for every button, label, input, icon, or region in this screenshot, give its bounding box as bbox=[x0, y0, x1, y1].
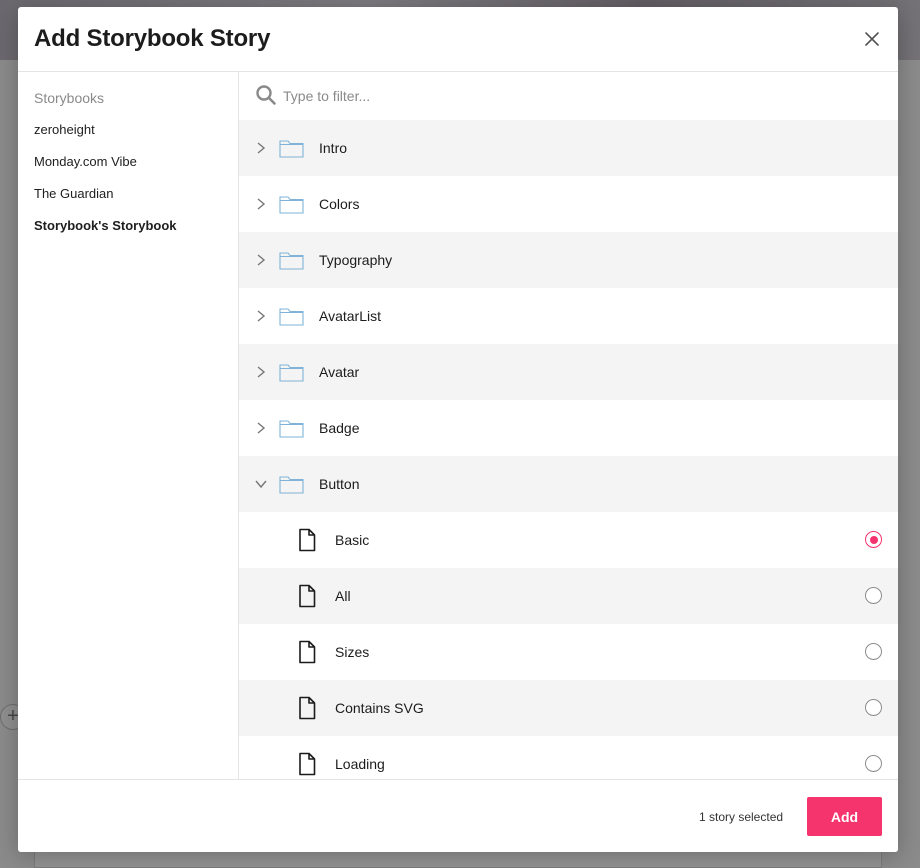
chevron-right-icon[interactable] bbox=[254, 364, 268, 380]
story-radio[interactable] bbox=[865, 755, 882, 772]
story-label: Sizes bbox=[335, 644, 370, 660]
story-radio[interactable] bbox=[865, 699, 882, 716]
story-row-loading[interactable]: Loading bbox=[239, 736, 898, 779]
story-radio[interactable] bbox=[865, 643, 882, 660]
folder-label: Badge bbox=[319, 420, 360, 436]
tree-folder-avatar[interactable]: Avatar bbox=[239, 344, 898, 400]
modal-footer: 1 story selected Add bbox=[18, 779, 898, 852]
folder-label: Button bbox=[319, 476, 360, 492]
story-tree-panel: Intro Colors Typography AvatarList Avata… bbox=[239, 72, 898, 779]
story-row-all[interactable]: All bbox=[239, 568, 898, 624]
story-label: All bbox=[335, 588, 351, 604]
chevron-right-icon[interactable] bbox=[254, 308, 268, 324]
close-button[interactable] bbox=[860, 27, 884, 51]
modal-title: Add Storybook Story bbox=[34, 25, 271, 52]
file-icon bbox=[299, 696, 316, 720]
tree-folder-intro[interactable]: Intro bbox=[239, 120, 898, 176]
folder-icon bbox=[279, 308, 304, 326]
folder-icon bbox=[279, 252, 304, 270]
add-button[interactable]: Add bbox=[807, 797, 882, 836]
modal-header: Add Storybook Story bbox=[18, 7, 898, 72]
sidebar-item-the-guardian[interactable]: The Guardian bbox=[34, 186, 114, 201]
story-label: Contains SVG bbox=[335, 700, 424, 716]
story-row-contains-svg[interactable]: Contains SVG bbox=[239, 680, 898, 736]
file-icon bbox=[299, 584, 316, 608]
chevron-right-icon[interactable] bbox=[254, 420, 268, 436]
sidebar-item-monday-vibe[interactable]: Monday.com Vibe bbox=[34, 154, 137, 169]
file-icon bbox=[299, 640, 316, 664]
chevron-down-icon[interactable] bbox=[254, 476, 268, 492]
folder-icon bbox=[279, 140, 304, 158]
story-radio[interactable] bbox=[865, 531, 882, 548]
chevron-right-icon[interactable] bbox=[254, 196, 268, 212]
story-row-sizes[interactable]: Sizes bbox=[239, 624, 898, 680]
folder-icon bbox=[279, 420, 304, 438]
folder-label: AvatarList bbox=[319, 308, 381, 324]
chevron-right-icon[interactable] bbox=[254, 252, 268, 268]
filter-bar bbox=[239, 72, 898, 120]
tree-folder-badge[interactable]: Badge bbox=[239, 400, 898, 456]
file-icon bbox=[299, 752, 316, 776]
tree-folder-button[interactable]: Button bbox=[239, 456, 898, 512]
add-story-modal: Add Storybook Story Storybooks zeroheigh… bbox=[18, 7, 898, 852]
tree-folder-colors[interactable]: Colors bbox=[239, 176, 898, 232]
storybooks-sidebar: Storybooks zeroheight Monday.com Vibe Th… bbox=[18, 72, 239, 779]
close-icon bbox=[865, 32, 879, 46]
chevron-right-icon[interactable] bbox=[254, 140, 268, 156]
tree-folder-avatarlist[interactable]: AvatarList bbox=[239, 288, 898, 344]
story-label: Loading bbox=[335, 756, 385, 772]
folder-icon bbox=[279, 364, 304, 382]
folder-icon bbox=[279, 196, 304, 214]
folder-label: Typography bbox=[319, 252, 393, 268]
search-icon bbox=[256, 85, 276, 105]
story-radio[interactable] bbox=[865, 587, 882, 604]
folder-label: Intro bbox=[319, 140, 348, 156]
story-label: Basic bbox=[335, 532, 370, 548]
sidebar-heading: Storybooks bbox=[34, 90, 105, 106]
folder-label: Colors bbox=[319, 196, 360, 212]
story-row-basic[interactable]: Basic bbox=[239, 512, 898, 568]
folder-label: Avatar bbox=[319, 364, 360, 380]
folder-icon bbox=[279, 476, 304, 494]
file-icon bbox=[299, 528, 316, 552]
tree-folder-typography[interactable]: Typography bbox=[239, 232, 898, 288]
filter-input[interactable] bbox=[283, 84, 863, 108]
sidebar-item-storybooks-storybook[interactable]: Storybook's Storybook bbox=[34, 218, 177, 233]
selected-count: 1 story selected bbox=[699, 810, 784, 824]
sidebar-item-zeroheight[interactable]: zeroheight bbox=[34, 122, 95, 137]
